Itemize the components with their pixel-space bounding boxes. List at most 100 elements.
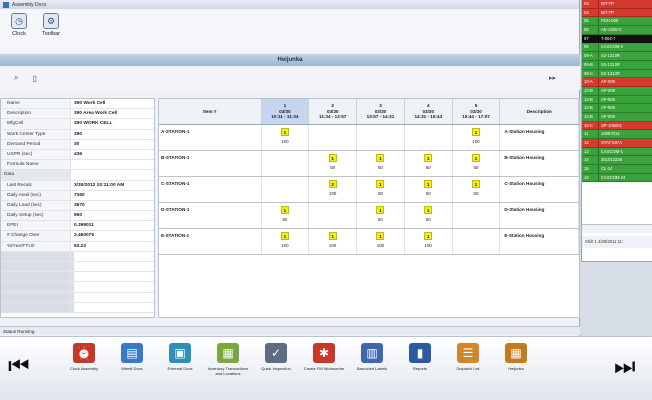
print-icon[interactable]: ▯ — [32, 74, 36, 83]
quantity-badge[interactable]: 1 — [376, 206, 385, 214]
quantity-badge[interactable]: 1 — [328, 232, 337, 240]
slot-cell[interactable]: 1 100 — [405, 229, 453, 254]
station-row[interactable]: 11 10087014 — [582, 130, 652, 139]
slot-cell[interactable]: 1 50 — [453, 151, 501, 176]
quantity-badge[interactable]: 1 — [280, 128, 289, 136]
property-row[interactable]: Data — [1, 170, 154, 181]
station-row[interactable]: 09-C S2-1313R — [582, 69, 652, 79]
slot-cell[interactable]: 1 50 — [405, 203, 453, 228]
property-row[interactable]: USPR (sec) 436 — [1, 149, 154, 161]
quantity-badge[interactable]: 1 — [328, 154, 337, 162]
quantity-badge[interactable]: 1 — [471, 128, 480, 136]
slot-cell[interactable]: 1 50 — [453, 177, 501, 202]
slot-cell[interactable] — [262, 177, 310, 202]
slot-cell[interactable] — [309, 125, 358, 150]
station-row[interactable]: 10-C SP-105001 — [582, 121, 652, 131]
quantity-badge[interactable]: 1 — [424, 180, 433, 188]
station-row[interactable]: 04 BIT-TP — [582, 0, 652, 9]
slot-cell[interactable] — [309, 203, 358, 228]
slot-cell[interactable] — [357, 125, 405, 150]
quantity-badge[interactable]: 1 — [376, 154, 385, 162]
quantity-badge[interactable]: 1 — [280, 232, 289, 240]
toolbar-button-clock[interactable]: ◷ Clock — [6, 13, 32, 37]
item-cell[interactable]: C-STATION-1 — [159, 177, 262, 202]
first-page-icon[interactable]: ⏮ — [8, 352, 30, 382]
station-row[interactable]: 09-B S2-1313R — [582, 60, 652, 70]
property-row[interactable]: Daily Load (sec) 3870 — [1, 200, 154, 212]
nav-button[interactable]: ▥ Barcoded Labels — [348, 343, 396, 376]
station-row[interactable]: 12 STAT-837A — [582, 139, 652, 148]
expand-icon[interactable]: ▸▸ — [549, 74, 556, 82]
station-row[interactable]: 10-B AP-009 — [582, 104, 652, 113]
column-header-slot[interactable]: 4 03/30 14:31 - 15:44 — [405, 99, 453, 124]
quantity-badge[interactable]: 1 — [280, 206, 289, 214]
quantity-badge[interactable]: 2 — [328, 180, 337, 188]
slot-cell[interactable]: 1 100 — [357, 229, 405, 254]
quantity-badge[interactable]: 1 — [471, 154, 480, 162]
property-row[interactable] — [1, 302, 154, 313]
station-row[interactable]: 05 PDH-005 — [582, 17, 652, 27]
column-header-slot[interactable]: 3 03/30 13:57 - 14:31 — [357, 99, 405, 124]
nav-button[interactable]: ⏰ Clock Assembly — [60, 343, 108, 376]
horizontal-scrollbar[interactable] — [582, 224, 652, 233]
column-header-slot[interactable]: 2 03/30 11:34 - 13:57 — [309, 99, 358, 124]
item-cell[interactable]: B-STATION-1 — [159, 151, 262, 176]
property-row[interactable]: Demand Period 30 — [1, 139, 154, 150]
nav-button[interactable]: ✱ Create FM Worksorder — [300, 343, 348, 376]
column-header-slot[interactable]: 5 03/30 15:44 - 17:07 — [453, 99, 501, 124]
quantity-badge[interactable]: 1 — [424, 154, 433, 162]
slot-cell[interactable]: 1 100 — [262, 125, 310, 150]
nav-button[interactable]: ✓ Quick Inspection — [252, 343, 300, 376]
property-row[interactable]: Last Recalc 3/30/2012 10:11:00 AM — [1, 180, 154, 191]
slot-cell[interactable] — [453, 229, 501, 254]
property-row[interactable]: MfgCell 390 WORK CELL — [1, 119, 154, 130]
station-row[interactable]: 13 CASCOM-1 — [582, 147, 652, 157]
property-row[interactable]: Daily Avail (sec) 7360 — [1, 190, 154, 201]
slot-cell[interactable] — [453, 203, 501, 228]
station-row[interactable]: 06 AE-1300-C — [582, 26, 652, 35]
item-cell[interactable]: A-STATION-1 — [159, 125, 262, 150]
nav-button[interactable]: ▦ Heijunka — [492, 343, 540, 376]
property-row[interactable]: Formula Name — [1, 160, 154, 171]
slot-cell[interactable]: 1 50 — [357, 151, 405, 176]
property-row[interactable] — [1, 282, 154, 293]
station-row[interactable]: 08 CASCOM-2 — [582, 43, 652, 53]
slot-cell[interactable]: 1 50 — [309, 151, 358, 176]
nav-button[interactable]: ▣ External Docs — [156, 343, 204, 376]
property-row[interactable] — [1, 272, 154, 283]
station-row[interactable]: 09-A S2-1313R — [582, 52, 652, 61]
toolbar-button-toolbar[interactable]: ⚙ Toolbar — [38, 13, 64, 37]
last-page-icon[interactable]: ⏭ — [614, 352, 636, 382]
quantity-badge[interactable]: 1 — [471, 180, 480, 188]
property-row[interactable]: EPEI 0.399011 — [1, 221, 154, 232]
slot-cell[interactable]: 1 50 — [357, 203, 405, 228]
slot-cell[interactable]: 1 50 — [405, 177, 453, 202]
property-row[interactable]: Description 390 Area Work Cell — [1, 109, 154, 120]
quantity-badge[interactable]: 1 — [424, 232, 433, 240]
column-header-item[interactable]: Item # — [159, 99, 262, 124]
station-row[interactable]: 15 CL-14 — [582, 165, 652, 174]
column-header-description[interactable]: Description — [500, 99, 580, 124]
station-row[interactable]: 04 BIT-TP — [582, 8, 652, 18]
property-row[interactable]: Work Center Type 390 — [1, 129, 154, 140]
station-row[interactable]: 16 CASCOM-24 — [582, 173, 652, 183]
property-row[interactable]: Name 390 Work Cell — [1, 99, 154, 110]
column-header-slot[interactable]: 1 03/30 10:11 - 11:34 — [261, 99, 310, 124]
item-cell[interactable]: D-STATION-1 — [159, 203, 262, 228]
quantity-badge[interactable]: 1 — [424, 206, 433, 214]
property-row[interactable]: %Free/FTU/r 83.22 — [1, 241, 154, 252]
nav-button[interactable]: ☰ Dispatch List — [444, 343, 492, 376]
station-row[interactable]: 07 T-004-7 — [582, 34, 652, 44]
nav-button[interactable]: ▮ Reports — [396, 343, 444, 376]
property-row[interactable] — [1, 292, 154, 303]
property-row[interactable] — [1, 251, 154, 262]
nav-button[interactable]: ▤ Mtrmtl Docs — [108, 343, 156, 376]
slot-cell[interactable]: 1 100 — [262, 229, 310, 254]
quantity-badge[interactable]: 1 — [376, 232, 385, 240]
property-row[interactable] — [1, 262, 154, 273]
station-row[interactable]: 10-B AP-009 — [582, 86, 652, 96]
slot-cell[interactable]: 1 50 — [357, 177, 405, 202]
slot-cell[interactable] — [405, 125, 453, 150]
slot-cell[interactable] — [262, 151, 310, 176]
slot-cell[interactable]: 1 100 — [453, 125, 501, 150]
